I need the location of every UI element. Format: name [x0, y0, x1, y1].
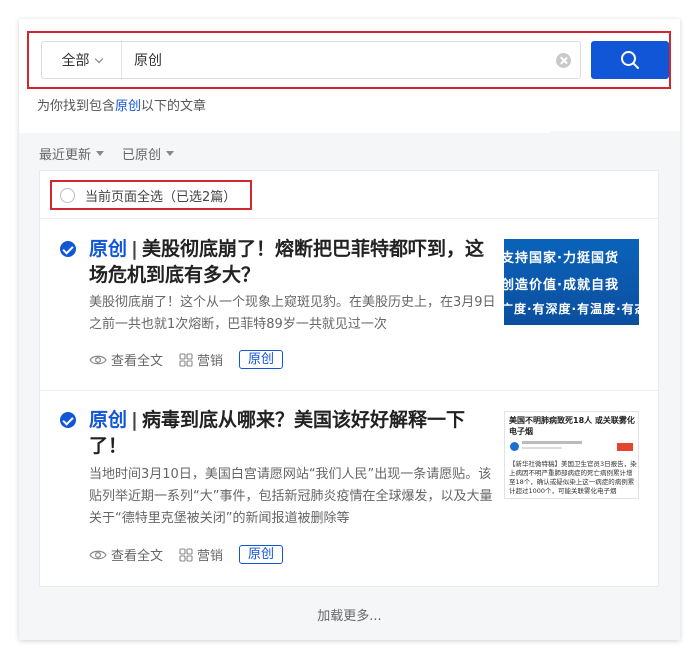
view-full-button[interactable]: 查看全文: [89, 350, 163, 369]
select-all-toggle[interactable]: 当前页面全选（已选2篇）: [50, 180, 252, 210]
clear-icon[interactable]: [556, 53, 571, 68]
check-circle-icon[interactable]: [60, 412, 76, 428]
thumbnail-author-line: [522, 441, 582, 444]
view-full-button[interactable]: 查看全文: [89, 545, 163, 564]
header-strip: [19, 131, 550, 133]
avatar: [510, 442, 519, 451]
article-thumbnail[interactable]: 美国不明肺病致死18人 或关联雾化电子烟 【新华社微特稿】美国卫生官员3日报告，…: [504, 411, 639, 499]
check-circle-icon[interactable]: [60, 241, 76, 257]
marketing-label: 营销: [197, 354, 224, 369]
radio-circle-icon[interactable]: [60, 187, 75, 203]
title-separator: |: [131, 238, 138, 260]
search-icon: [621, 51, 639, 69]
search-panel: 全部 为你找到包含原创以下的文章 最近更新 已原创: [19, 19, 680, 640]
view-full-label: 查看全文: [111, 354, 164, 369]
grid-icon: [179, 547, 193, 562]
caret-down-icon: [166, 151, 175, 156]
caret-down-icon: [96, 151, 105, 156]
article-summary: 当地时间3月10日，美国白宫请愿网站“我们人民”出现一条请愿贴。该贴列举近期一系…: [89, 467, 493, 526]
original-badge: 原创: [239, 545, 284, 564]
hint-keyword: 原创: [115, 99, 142, 114]
article-title[interactable]: 原创 | 美股彻底崩了！熔断把巴菲特都吓到，这场危机到底有多大？: [89, 236, 494, 288]
article-item: 原创 | 美股彻底崩了！熔断把巴菲特都吓到，这场危机到底有多大？ 美股彻底崩了！这个…: [40, 219, 658, 390]
search-input[interactable]: [134, 42, 534, 78]
search-button[interactable]: [591, 41, 669, 79]
eye-icon: [89, 355, 107, 364]
eye-icon: [89, 550, 107, 559]
hint-prefix: 为你找到包含: [37, 99, 116, 114]
article-list: 当前页面全选（已选2篇） 原创 | 美股彻底崩了！熔断把巴菲特都吓到，这场危机到底有…: [39, 170, 659, 587]
thumbnail-text: 【新华社微特稿】美国卫生官员3日报告，染上病因不明严重肺部病症的死亡病例累计增至…: [509, 460, 637, 495]
search-header: 全部 为你找到包含原创以下的文章: [19, 19, 680, 131]
article-item: 原创 | 病毒到底从哪来？美国该好好解释一下了！ 当地时间3月10日，美国白宫请愿网…: [40, 391, 658, 587]
load-more-button[interactable]: 加载更多...: [19, 605, 680, 624]
view-full-label: 查看全文: [111, 549, 164, 564]
thumbnail-date-line: [522, 447, 562, 449]
search-box-highlight: 全部: [27, 31, 671, 89]
article-actions: 查看全文 营销 原创: [89, 350, 284, 369]
article-summary: 美股彻底崩了！这个从一个现象上窥斑见豹。在美股历史上，在3月9日之前一共也就1次…: [89, 295, 496, 332]
hint-suffix: 以下的文章: [141, 99, 207, 114]
article-title-text: 病毒到底从哪来？美国该好好解释一下了！: [89, 409, 465, 457]
thumbnail-line: 广度·有深度·有温度·有态: [504, 302, 639, 316]
filter-label: 最近更新: [39, 148, 92, 163]
follow-badge: [617, 443, 633, 451]
article-title[interactable]: 原创 | 病毒到底从哪来？美国该好好解释一下了！: [89, 407, 494, 459]
article-title-text: 美股彻底崩了！熔断把巴菲特都吓到，这场危机到底有多大？: [89, 238, 484, 286]
scope-dropdown[interactable]: 全部: [42, 42, 122, 78]
article-tag: 原创: [89, 238, 128, 260]
article-thumbnail[interactable]: 支持国家·力挺国货 创造价值·成就自我 广度·有深度·有温度·有态: [504, 239, 639, 325]
search-field-wrapper: 全部: [41, 41, 581, 79]
filter-original[interactable]: 已原创: [122, 144, 175, 163]
article-tag: 原创: [89, 409, 128, 431]
filter-recent-update[interactable]: 最近更新: [39, 144, 105, 163]
article-actions: 查看全文 营销 原创: [89, 545, 284, 564]
title-separator: |: [131, 409, 138, 431]
thumbnail-line: 创造价值·成就自我: [504, 278, 619, 293]
scope-label: 全部: [61, 53, 90, 69]
thumbnail-title: 美国不明肺病致死18人 或关联雾化电子烟: [509, 416, 635, 436]
chevron-down-icon: [94, 54, 103, 63]
select-all-label: 当前页面全选（已选2篇）: [85, 189, 237, 205]
marketing-button[interactable]: 营销: [179, 545, 223, 564]
marketing-button[interactable]: 营销: [179, 350, 223, 369]
marketing-label: 营销: [197, 549, 224, 564]
filter-label: 已原创: [122, 148, 162, 163]
thumbnail-line: 支持国家·力挺国货: [504, 251, 619, 266]
result-hint: 为你找到包含原创以下的文章: [37, 95, 206, 114]
grid-icon: [179, 352, 193, 367]
original-badge: 原创: [239, 350, 284, 369]
filter-bar: 最近更新 已原创: [39, 144, 175, 163]
